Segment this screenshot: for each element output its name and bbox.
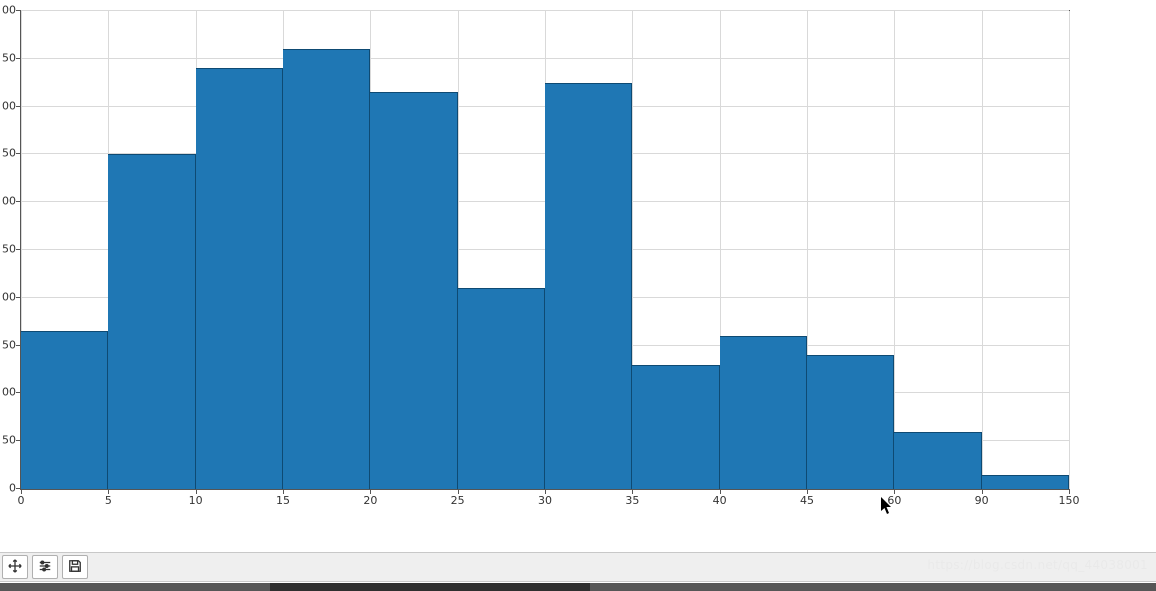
x-tick-label: 45: [800, 494, 814, 507]
y-tick-label: 50: [0, 434, 16, 447]
bar: [370, 92, 457, 489]
configure-icon: [38, 559, 52, 576]
toolbar-configure-button[interactable]: [32, 555, 58, 579]
x-tick-label: 60: [887, 494, 901, 507]
save-icon: [68, 559, 82, 576]
x-tick-label: 15: [276, 494, 290, 507]
bar: [21, 331, 108, 489]
y-tick-label: 50: [0, 243, 16, 256]
y-tick-label: 00: [0, 99, 16, 112]
x-tick-label: 35: [625, 494, 639, 507]
chart-axes[interactable]: [20, 10, 1070, 490]
x-tick-label: 25: [451, 494, 465, 507]
x-tick-label: 10: [189, 494, 203, 507]
bar: [283, 49, 370, 489]
x-tick-label: 30: [538, 494, 552, 507]
bar: [458, 288, 545, 489]
bar: [720, 336, 807, 489]
toolbar-pan-button[interactable]: [2, 555, 28, 579]
bar: [982, 475, 1069, 489]
y-tick-label: 00: [0, 290, 16, 303]
y-tick-label: 50: [0, 51, 16, 64]
plot-figure: [0, 0, 1156, 540]
x-tick-label: 0: [18, 494, 25, 507]
y-tick-label: 00: [0, 195, 16, 208]
x-tick-label: 90: [975, 494, 989, 507]
y-tick-label: 0: [0, 482, 16, 495]
y-tick-label: 00: [0, 4, 16, 17]
x-tick-label: 150: [1059, 494, 1080, 507]
x-tick-label: 5: [105, 494, 112, 507]
bar: [196, 68, 283, 489]
bar: [108, 154, 195, 489]
y-tick-label: 50: [0, 147, 16, 160]
bar: [894, 432, 981, 489]
y-tick-label: 50: [0, 338, 16, 351]
x-tick-label: 40: [713, 494, 727, 507]
bar: [632, 365, 719, 489]
matplotlib-toolbar: [0, 552, 1156, 582]
toolbar-save-button[interactable]: [62, 555, 88, 579]
bar: [807, 355, 894, 489]
window-bottom-strip: [0, 583, 1156, 591]
pan-icon: [8, 559, 22, 576]
y-tick-label: 00: [0, 386, 16, 399]
bar: [545, 83, 632, 489]
x-tick-label: 20: [363, 494, 377, 507]
